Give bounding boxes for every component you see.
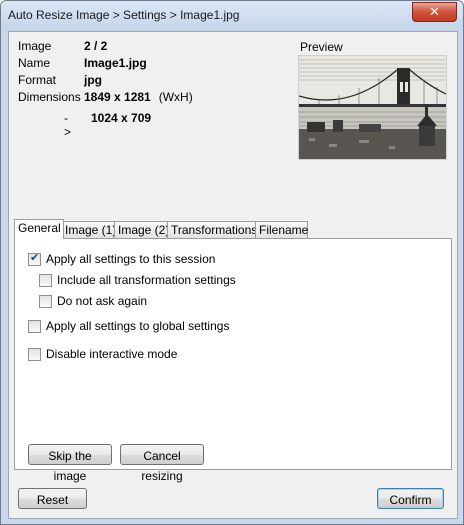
cancel-resizing-button[interactable]: Cancel resizing	[120, 444, 204, 483]
apply-session-checkbox[interactable]	[28, 251, 41, 266]
dimensions-unit: (WxH)	[158, 90, 193, 104]
window-title: Auto Resize Image > Settings > Image1.jp…	[8, 8, 240, 22]
tab-image-1[interactable]: Image (1)	[61, 221, 117, 238]
skip-image-button[interactable]: Skip the image	[28, 444, 112, 483]
bridge-engraving	[299, 56, 446, 159]
include-transform-label: Include all transformation settings	[57, 273, 236, 287]
do-not-ask-checkbox[interactable]	[39, 294, 52, 308]
format-value: jpg	[84, 73, 102, 87]
include-transform-checkbox[interactable]	[39, 273, 52, 287]
tab-transformations[interactable]: Transformations	[167, 221, 258, 238]
arrow-label: ->	[64, 111, 72, 139]
tab-general[interactable]: General	[14, 219, 64, 239]
dialog-body: Image 2 / 2 Name Image1.jpg Format jpg D…	[8, 31, 458, 519]
dimensions-value: 1849 x 1281 (WxH)	[84, 90, 193, 104]
disable-interactive-checkbox[interactable]	[28, 347, 41, 361]
do-not-ask-label: Do not ask again	[57, 294, 148, 308]
do-not-ask-option[interactable]: Do not ask again	[39, 294, 147, 308]
reset-button[interactable]: Reset	[18, 488, 87, 509]
disable-interactive-label: Disable interactive mode	[46, 347, 178, 361]
name-value: Image1.jpg	[84, 56, 147, 70]
dialog-window: Auto Resize Image > Settings > Image1.jp…	[0, 0, 464, 525]
apply-global-label: Apply all settings to global settings	[46, 319, 230, 333]
preview-image	[298, 55, 447, 160]
dimensions-original: 1849 x 1281	[84, 90, 151, 104]
apply-global-checkbox[interactable]	[28, 319, 41, 333]
preview-label: Preview	[300, 40, 343, 54]
apply-session-option[interactable]: Apply all settings to this session	[28, 251, 216, 266]
image-index-value: 2 / 2	[84, 39, 108, 53]
include-transform-option[interactable]: Include all transformation settings	[39, 273, 236, 287]
tab-image-2[interactable]: Image (2)	[114, 221, 170, 238]
new-dimensions-value: 1024 x 709	[91, 111, 152, 125]
confirm-button[interactable]: Confirm	[377, 488, 444, 509]
close-button[interactable]: ✕	[412, 2, 457, 22]
apply-global-option[interactable]: Apply all settings to global settings	[28, 319, 229, 333]
close-icon: ✕	[429, 4, 440, 19]
general-tab-panel: Apply all settings to this session Inclu…	[14, 238, 452, 483]
disable-interactive-option[interactable]: Disable interactive mode	[28, 347, 177, 361]
apply-session-label: Apply all settings to this session	[46, 252, 216, 266]
tab-filename[interactable]: Filename	[255, 221, 308, 238]
title-bar[interactable]: Auto Resize Image > Settings > Image1.jp…	[1, 1, 463, 31]
